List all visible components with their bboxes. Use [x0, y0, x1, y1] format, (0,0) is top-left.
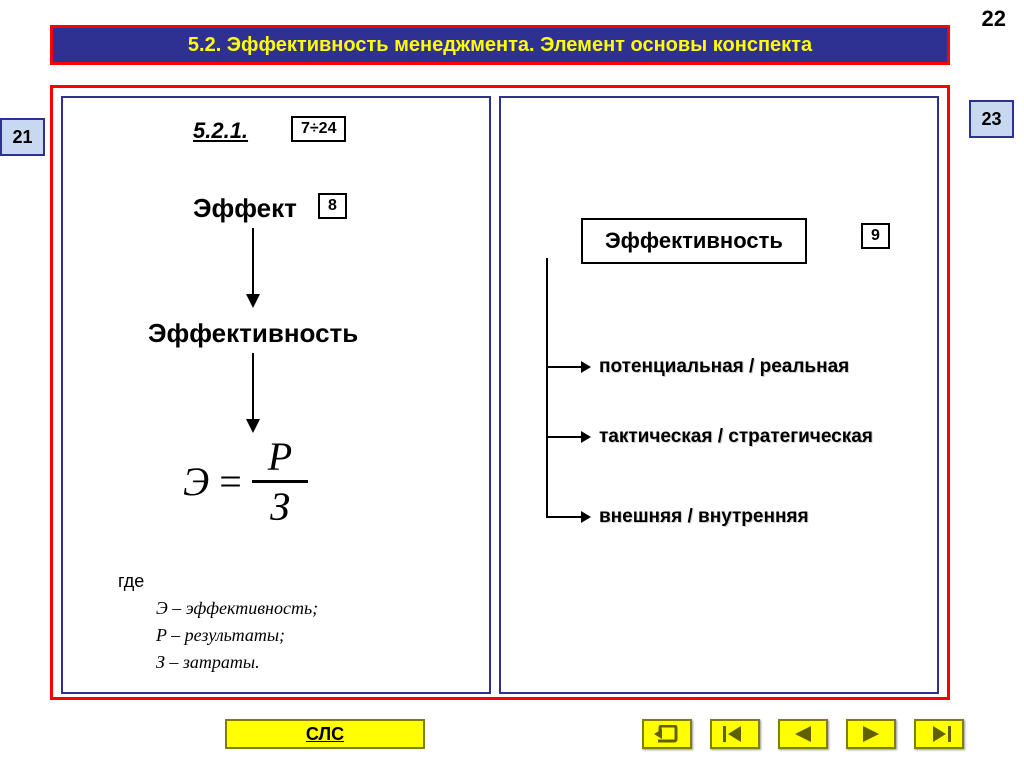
triangle-left-icon: [793, 726, 813, 742]
nav-first-button[interactable]: [710, 719, 760, 749]
formula-fraction: P З: [252, 433, 308, 530]
arrow-down-icon: [243, 353, 263, 433]
arrow-down-icon: [243, 228, 263, 308]
title-text: 5.2. Эффективность менеджмента. Элемент …: [188, 34, 812, 57]
nav-button-group: [642, 719, 964, 749]
arrow-right-icon: [581, 361, 591, 373]
sls-label: СЛС: [306, 724, 344, 745]
formula-denominator: З: [254, 483, 306, 530]
nav-back-button[interactable]: [778, 719, 828, 749]
next-slide-link[interactable]: 23: [969, 100, 1014, 138]
reference-box-2: 8: [318, 193, 347, 219]
reference-box-3: 9: [861, 223, 890, 249]
branch-line: [546, 436, 581, 438]
right-column: Эффективность 9 потенциальная / реальная…: [499, 96, 939, 694]
return-icon: [654, 725, 680, 743]
next-slide-number: 23: [981, 109, 1001, 130]
branch-1: потенциальная / реальная: [599, 356, 849, 378]
content-frame: 5.2.1. 7÷24 Эффект 8 Эффективность Э = P…: [50, 85, 950, 700]
nav-return-button[interactable]: [642, 719, 692, 749]
title-bar: 5.2. Эффективность менеджмента. Элемент …: [50, 25, 950, 65]
sls-button[interactable]: СЛС: [225, 719, 425, 749]
nav-forward-button[interactable]: [846, 719, 896, 749]
page-number: 22: [982, 6, 1006, 32]
legend-where: где: [118, 568, 318, 595]
branch-3: внешняя / внутренняя: [599, 506, 809, 528]
label-effect: Эффект: [193, 193, 297, 224]
formula-numerator: P: [252, 433, 308, 480]
last-icon: [927, 726, 951, 742]
formula: Э = P З: [183, 433, 308, 530]
prev-slide-number: 21: [12, 127, 32, 148]
formula-legend: где Э – эффективность; P – результаты; З…: [118, 568, 318, 676]
arrow-right-icon: [581, 431, 591, 443]
formula-lhs: Э: [183, 458, 209, 505]
legend-p: P – результаты;: [156, 625, 285, 645]
reference-box-1: 7÷24: [291, 116, 346, 142]
effectiveness-box: Эффективность: [581, 218, 807, 264]
legend-z: З – затраты.: [156, 652, 260, 672]
prev-slide-link[interactable]: 21: [0, 118, 45, 156]
footer-bar: СЛС: [0, 709, 1024, 749]
formula-equals: =: [219, 458, 242, 505]
branch-trunk: [546, 258, 548, 518]
legend-e: Э – эффективность;: [156, 598, 318, 618]
label-effectiveness: Эффективность: [148, 318, 358, 349]
branch-2: тактическая / стратегическая: [599, 426, 873, 448]
triangle-right-icon: [861, 726, 881, 742]
nav-last-button[interactable]: [914, 719, 964, 749]
arrow-right-icon: [581, 511, 591, 523]
section-number: 5.2.1.: [193, 118, 248, 144]
left-column: 5.2.1. 7÷24 Эффект 8 Эффективность Э = P…: [61, 96, 491, 694]
branch-line: [546, 366, 581, 368]
first-icon: [723, 726, 747, 742]
branch-line: [546, 516, 581, 518]
